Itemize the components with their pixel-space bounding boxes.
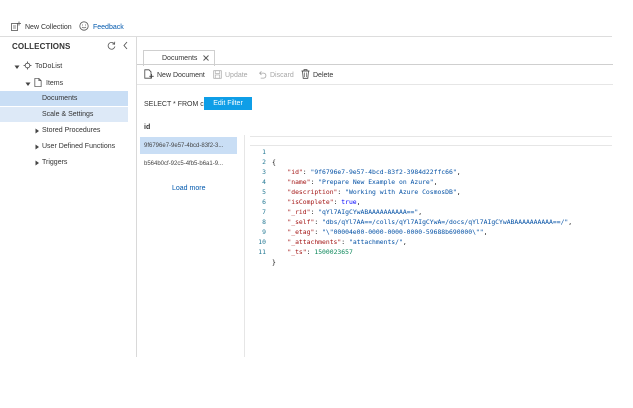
expanded-triangle-icon <box>14 64 20 70</box>
sidebar-item-label: Documents <box>42 95 78 102</box>
delete-label: Delete <box>313 71 334 79</box>
load-more-link[interactable]: Load more <box>172 185 205 192</box>
new-collection-icon <box>11 21 21 33</box>
sidebar-item-label: Stored Procedures <box>42 127 101 134</box>
new-collection-button[interactable]: New Collection <box>11 20 72 34</box>
tab-label: Documents <box>162 55 198 62</box>
save-icon <box>213 69 222 81</box>
close-icon[interactable] <box>202 54 210 62</box>
database-label: ToDoList <box>35 63 63 70</box>
collapsed-triangle-icon <box>34 144 40 150</box>
new-document-icon <box>144 69 154 81</box>
sidebar-item-label: Scale & Settings <box>42 111 94 118</box>
delete-button[interactable]: Delete <box>301 69 333 81</box>
new-document-label: New Document <box>157 71 205 79</box>
document-row[interactable]: b564b0cf-92c5-4fb5-b6a1-9... <box>140 155 237 172</box>
command-bar-divider <box>137 84 613 85</box>
editor-line: 9 "_attachments": "attachments/", <box>250 217 612 246</box>
sidebar-item-triggers[interactable]: Triggers <box>0 155 136 170</box>
editor-line: 2 "id": "9f6796e7-9e57-4bcd-83f2-3984d22… <box>250 147 612 176</box>
document-row[interactable]: 9f6796e7-9e57-4bcd-83f2-3... <box>140 137 237 154</box>
close-brace: } <box>272 258 276 266</box>
new-document-button[interactable]: New Document <box>144 69 205 81</box>
database-icon <box>23 61 32 72</box>
editor-line: 5 "isComplete": true, <box>250 177 612 206</box>
sidebar-item-label: User Defined Functions <box>42 143 116 150</box>
sidebar-item-user-defined-functions[interactable]: User Defined Functions <box>0 139 136 154</box>
tree-collection-items[interactable]: Items <box>0 76 136 91</box>
sidebar-item-label: Triggers <box>42 159 68 166</box>
json-key: "_ts" <box>287 248 307 256</box>
feedback-label: Feedback <box>93 23 124 31</box>
collections-sidebar: COLLECTIONS ToDoList Items Documents Sca… <box>0 37 137 357</box>
collapsed-triangle-icon <box>34 128 40 134</box>
update-label: Update <box>225 71 248 79</box>
discard-button[interactable]: Discard <box>258 69 294 81</box>
editor-line: 7 "_self": "dbs/qYl7AA==/colls/qYl7AIgCY… <box>250 197 612 226</box>
query-text: SELECT * FROM c <box>144 101 204 108</box>
tree-database-todolist[interactable]: ToDoList <box>0 59 136 74</box>
command-bar: New Document Update Discard Delete <box>137 65 613 85</box>
trash-icon <box>301 69 310 81</box>
sidebar-item-stored-procedures[interactable]: Stored Procedures <box>0 123 136 138</box>
json-editor[interactable]: 1 { 2 "id": "9f6796e7-9e57-4bcd-83f2-398… <box>250 136 612 266</box>
sidebar-title: COLLECTIONS <box>12 42 71 51</box>
new-collection-label: New Collection <box>25 23 72 31</box>
editor-line: 10 "_ts": 1500023657 <box>250 227 612 256</box>
discard-label: Discard <box>270 71 294 79</box>
editor-line: 8 "_etag": "\"00004e00-0000-0000-0000-59… <box>250 207 612 236</box>
tab-strip: Documents <box>137 37 613 66</box>
undo-icon <box>258 70 267 81</box>
document-list: 9f6796e7-9e57-4bcd-83f2-3... b564b0cf-92… <box>139 135 245 357</box>
collection-label: Items <box>46 80 64 87</box>
top-toolbar: New Collection Feedback <box>0 0 633 37</box>
refresh-icon[interactable] <box>107 41 116 50</box>
editor-line: 11 } <box>250 237 612 266</box>
update-button[interactable]: Update <box>213 69 248 81</box>
editor-line: 6 "_rid": "qYl7AIgCYwABAAAAAAAAAA==", <box>250 187 612 216</box>
sidebar-item-scale-settings[interactable]: Scale & Settings <box>0 107 128 122</box>
json-value: 1500023657 <box>314 248 353 256</box>
collapsed-triangle-icon <box>34 160 40 166</box>
editor-line: 1 { <box>250 136 612 166</box>
edit-filter-button[interactable]: Edit Filter <box>204 97 252 110</box>
editor-line: 4 "description": "Working with Azure Cos… <box>250 167 612 196</box>
smiley-icon <box>79 21 89 33</box>
editor-line: 3 "name": "Prepare New Example on Azure"… <box>250 157 612 186</box>
line-number: 11 <box>258 248 266 256</box>
collapse-sidebar-icon[interactable] <box>122 41 129 50</box>
sidebar-item-documents[interactable]: Documents <box>0 91 128 106</box>
id-column-header: id <box>144 124 151 131</box>
document-icon <box>34 78 42 89</box>
expanded-triangle-icon <box>25 81 31 87</box>
feedback-button[interactable]: Feedback <box>79 20 124 34</box>
